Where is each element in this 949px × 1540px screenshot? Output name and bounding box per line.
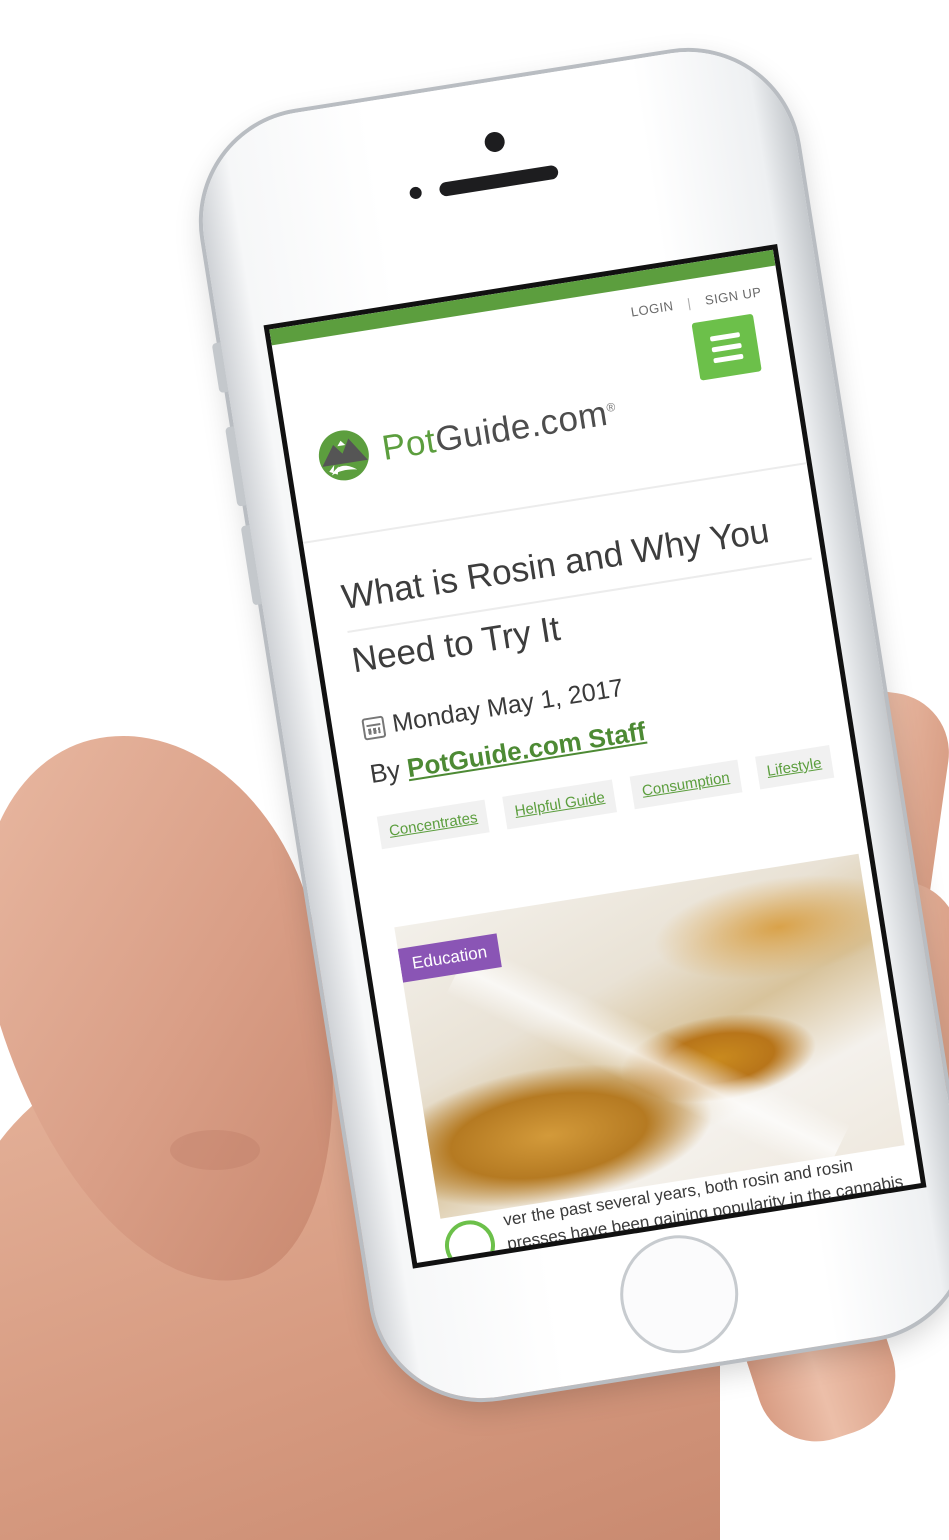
logo-wordmark: PotGuide.com® <box>379 392 619 469</box>
logo-prefix: Pot <box>379 421 439 469</box>
hamburger-menu-icon[interactable] <box>691 313 762 381</box>
tag-lifestyle[interactable]: Lifestyle <box>754 745 834 790</box>
login-link[interactable]: LOGIN <box>630 298 675 320</box>
registered-mark: ® <box>605 399 617 415</box>
signup-link[interactable]: SIGN UP <box>704 284 763 308</box>
site-logo[interactable]: PotGuide.com® <box>311 387 621 486</box>
mountain-leaf-logo-icon <box>318 430 369 481</box>
tag-consumption[interactable]: Consumption <box>629 759 742 810</box>
auth-separator: | <box>686 295 693 311</box>
hand-knuckle-shadow <box>170 1130 260 1170</box>
tag-helpful-guide[interactable]: Helpful Guide <box>502 779 618 830</box>
calendar-icon <box>361 714 387 741</box>
hero-image-highlight <box>446 940 850 1179</box>
tag-concentrates[interactable]: Concentrates <box>376 799 490 850</box>
byline-prefix: By <box>367 754 403 790</box>
logo-suffix: Guide.com <box>432 393 611 460</box>
